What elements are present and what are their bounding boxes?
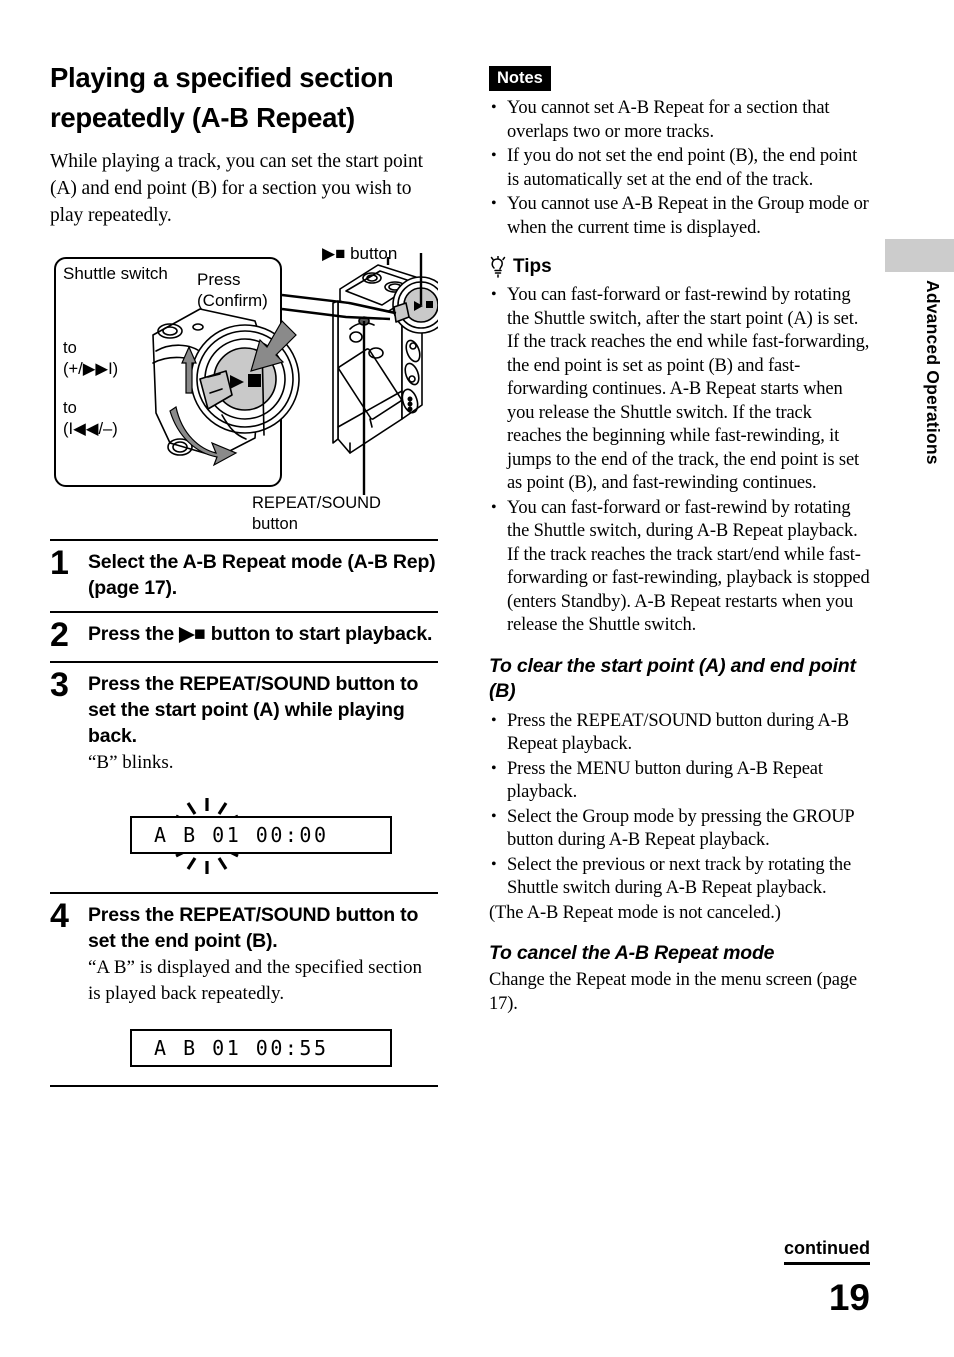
left-column: Playing a specified section repeatedly (… [50, 58, 438, 1087]
press-confirm-label: Press (Confirm) [197, 270, 268, 310]
cancel-mode-heading: To cancel the A-B Repeat mode [489, 942, 775, 964]
step-4-heading: Press the REPEAT/SOUND button to set the… [88, 904, 419, 952]
lcd-display-blinking: A B 01 00:00 [130, 816, 392, 854]
tips-label: Tips [513, 256, 552, 277]
step-1-number: 1 [50, 544, 69, 582]
step-4-number: 4 [50, 897, 69, 935]
step-3: 3 Press the REPEAT/SOUND button to set t… [50, 661, 438, 892]
to-plus-label: to (+/▶▶I) [63, 339, 119, 378]
lcd-display-final: A B 01 00:55 [130, 1029, 392, 1067]
step-1-heading: Select the A-B Repeat mode (A-B Rep) (pa… [88, 551, 436, 599]
device-figure: Shuttle switch Press (Confirm) to (+/▶▶I… [50, 243, 438, 533]
note-item: You cannot use A-B Repeat in the Group m… [489, 192, 870, 240]
notes-list: You cannot set A-B Repeat for a section … [489, 96, 870, 240]
step-2: 2 Press the ▶■ button to start playback. [50, 611, 438, 661]
clear-item: Select the Group mode by pressing the GR… [489, 805, 870, 853]
intro-paragraph: While playing a track, you can set the s… [50, 151, 423, 226]
tips-list: You can fast-forward or fast-rewind by r… [489, 283, 870, 638]
page-title: Playing a specified section repeatedly (… [50, 62, 394, 133]
side-tab-label: Advanced Operations [923, 280, 943, 465]
procedure-steps: 1 Select the A-B Repeat mode (A-B Rep) (… [50, 539, 438, 1087]
note-item: If you do not set the end point (B), the… [489, 144, 870, 192]
step-4: 4 Press the REPEAT/SOUND button to set t… [50, 892, 438, 1087]
step-4-subtext: “A B” is displayed and the specified sec… [88, 957, 422, 1004]
tip-item: You can fast-forward or fast-rewind by r… [489, 283, 870, 496]
to-minus-label: to (I◀◀/–) [63, 399, 118, 438]
clear-item: Press the MENU button during A-B Repeat … [489, 757, 870, 805]
clear-note: (The A-B Repeat mode is not canceled.) [489, 902, 781, 923]
clear-item: Select the previous or next track by rot… [489, 853, 870, 901]
step-2-number: 2 [50, 616, 69, 654]
clear-item: Press the REPEAT/SOUND button during A-B… [489, 709, 870, 757]
clear-points-list: Press the REPEAT/SOUND button during A-B… [489, 709, 870, 901]
lcd-blinking-wrap: A B 01 00:00 [88, 796, 438, 876]
shuttle-switch-label: Shuttle switch [63, 264, 168, 283]
step-3-subtext: “B” blinks. [88, 752, 174, 773]
manual-page: Advanced Operations Playing a specified … [0, 0, 954, 1357]
step-3-heading: Press the REPEAT/SOUND button to set the… [88, 673, 419, 747]
repeat-sound-button-label: REPEAT/SOUND button [252, 494, 381, 533]
step-3-number: 3 [50, 666, 69, 704]
right-column: Notes You cannot set A-B Repeat for a se… [489, 66, 870, 1016]
tips-header: Tips [489, 256, 870, 278]
clear-points-heading: To clear the start point (A) and end poi… [489, 654, 856, 702]
tip-item: You can fast-forward or fast-rewind by r… [489, 496, 870, 638]
lightbulb-icon [490, 256, 506, 278]
play-stop-button-label: ▶■ button [322, 244, 398, 263]
step-1: 1 Select the A-B Repeat mode (A-B Rep) (… [50, 539, 438, 611]
cancel-mode-text: Change the Repeat mode in the menu scree… [489, 970, 857, 1014]
note-item: You cannot set A-B Repeat for a section … [489, 96, 870, 144]
side-tab-block [885, 239, 954, 272]
lcd-final-wrap: A B 01 00:55 [88, 1023, 438, 1071]
step-2-heading: Press the ▶■ button to start playback. [88, 623, 433, 645]
page-number: 19 [828, 1277, 870, 1318]
notes-badge: Notes [489, 66, 551, 91]
continued-label: continued [784, 1238, 870, 1265]
